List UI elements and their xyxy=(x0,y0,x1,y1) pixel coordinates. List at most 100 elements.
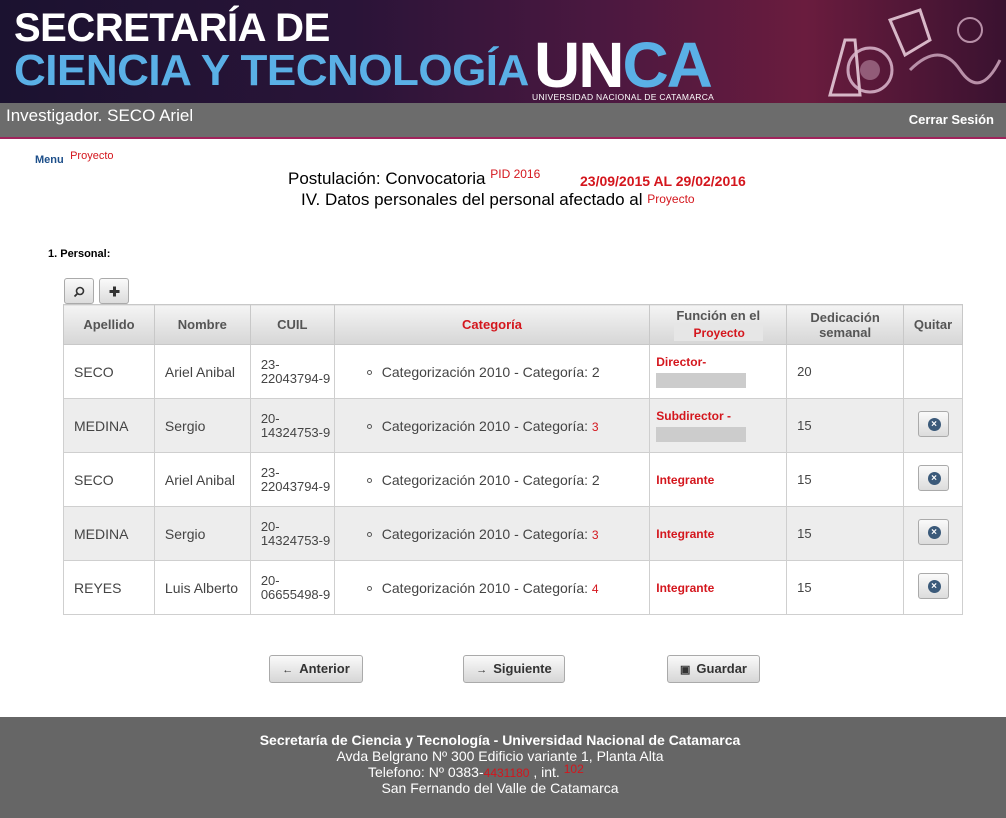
breadcrumb-menu-link[interactable]: Menu xyxy=(35,154,64,166)
breadcrumb-project-link[interactable]: Proyecto xyxy=(70,150,113,162)
col-header-dedicacion[interactable]: Dedicación semanal xyxy=(786,304,905,345)
logo-ca: CA xyxy=(622,29,712,101)
next-button[interactable]: → Siguiente xyxy=(463,655,565,683)
cell-funcion: Integrante xyxy=(649,560,788,615)
cell-categoria-text: Categorización 2010 - Categoría: 2 xyxy=(381,471,600,488)
redacted-block xyxy=(656,373,747,388)
plus-icon xyxy=(109,286,119,297)
table-row[interactable]: REYES Luis Alberto 20-06655498-9 Categor… xyxy=(63,560,963,615)
science-decoration-icon xyxy=(828,8,1002,97)
cell-categoria-num: 3 xyxy=(591,419,599,434)
banner-title-line2: CIENCIA Y TECNOLOGÍA xyxy=(14,46,529,95)
col-header-cuil[interactable]: CUIL xyxy=(249,304,335,345)
footer: Secretaría de Ciencia y Tecnología - Uni… xyxy=(0,717,1006,818)
remove-icon: × xyxy=(927,526,941,539)
remove-button[interactable]: × xyxy=(917,411,949,437)
cell-dedicacion: 15 xyxy=(786,398,905,453)
cell-apellido: MEDINA xyxy=(63,506,155,561)
save-button-label: Guardar xyxy=(696,661,747,676)
footer-phone-number: 4431180 xyxy=(483,766,530,780)
cell-categoria-text: Categorización 2010 - Categoría: 2 xyxy=(381,363,600,380)
prev-button[interactable]: ← Anterior xyxy=(269,655,363,683)
cell-cuil: 23-22043794-9 xyxy=(249,344,335,399)
page-subtitle: IV. Datos personales del personal afecta… xyxy=(301,190,695,210)
footer-phone-prefix: Telefono: Nº 0383- xyxy=(368,764,484,780)
page-title-prefix: Postulación: Convocatoria xyxy=(288,169,486,188)
table-row[interactable]: SECO Ariel Anibal 23-22043794-9 Categori… xyxy=(63,452,963,507)
col-header-categoria[interactable]: Categoría xyxy=(333,304,651,345)
cell-categoria-text: Categorización 2010 - Categoría: xyxy=(381,525,589,542)
add-button[interactable] xyxy=(99,278,129,304)
table-row[interactable]: MEDINA Sergio 20-14324753-9 Categorizaci… xyxy=(63,398,963,453)
call-dates: 23/09/2015 AL 29/02/2016 xyxy=(580,173,746,189)
footer-city: San Fernando del Valle de Catamarca xyxy=(381,780,619,796)
cell-quitar: × xyxy=(903,452,963,507)
table-row[interactable]: MEDINA Sergio 20-14324753-9 Categorizaci… xyxy=(63,506,963,561)
cell-cuil: 20-14324753-9 xyxy=(249,398,335,453)
cell-apellido: REYES xyxy=(63,560,155,615)
bullet-icon xyxy=(366,424,372,430)
col-header-nombre[interactable]: Nombre xyxy=(153,304,251,345)
search-icon xyxy=(73,286,85,297)
banner-title-line1: SECRETARÍA DE xyxy=(14,6,330,50)
cell-nombre: Sergio xyxy=(153,398,251,453)
remove-button[interactable]: × xyxy=(917,465,949,491)
cell-categoria: Categorización 2010 - Categoría: 2 xyxy=(333,452,651,507)
breadcrumb: Menu Proyecto xyxy=(35,150,114,166)
bullet-icon xyxy=(366,478,372,484)
cell-nombre: Luis Alberto xyxy=(153,560,251,615)
cell-funcion: Integrante xyxy=(649,506,788,561)
cell-dedicacion: 20 xyxy=(786,344,905,399)
footer-address: Avda Belgrano Nº 300 Edificio variante 1… xyxy=(336,748,664,764)
footer-org: Secretaría de Ciencia y Tecnología - Uni… xyxy=(259,732,741,748)
search-button[interactable] xyxy=(64,278,94,304)
col-header-apellido[interactable]: Apellido xyxy=(63,304,155,345)
table-row[interactable]: SECO Ariel Anibal 23-22043794-9 Categori… xyxy=(63,344,963,399)
page-title: Postulación: Convocatoria PID 2016 xyxy=(288,167,541,189)
arrow-right-icon: → xyxy=(476,664,488,676)
save-button[interactable]: ▣ Guardar xyxy=(667,655,760,683)
unca-logo: UNCA xyxy=(534,28,713,102)
logout-link[interactable]: Cerrar Sesión xyxy=(909,112,994,127)
logo-un: UN xyxy=(534,29,624,101)
cell-apellido: SECO xyxy=(63,452,155,507)
cell-nombre: Ariel Anibal xyxy=(153,452,251,507)
col-header-funcion-sub: Proyecto xyxy=(673,325,763,341)
footer-phone-int: 102 xyxy=(563,762,584,776)
cell-quitar: × xyxy=(903,398,963,453)
cell-categoria-text: Categorización 2010 - Categoría: xyxy=(381,417,589,434)
cell-categoria-num: 3 xyxy=(591,527,599,542)
cell-funcion: Director- xyxy=(649,344,788,399)
remove-icon: × xyxy=(927,472,941,485)
cell-dedicacion: 15 xyxy=(786,506,905,561)
cell-quitar: × xyxy=(903,560,963,615)
cell-quitar: × xyxy=(903,506,963,561)
bullet-icon xyxy=(366,586,372,592)
cell-categoria: Categorización 2010 - Categoría: 2 xyxy=(333,344,651,399)
cell-nombre: Ariel Anibal xyxy=(153,344,251,399)
col-header-quitar: Quitar xyxy=(903,304,963,345)
remove-icon: × xyxy=(927,580,941,593)
section-label: 1. Personal: xyxy=(48,248,111,260)
header-banner: SECRETARÍA DE CIENCIA Y TECNOLOGÍA UNCA … xyxy=(0,0,1006,103)
cell-cuil: 20-14324753-9 xyxy=(249,506,335,561)
col-header-funcion[interactable]: Función en el Proyecto xyxy=(649,304,788,345)
remove-button[interactable]: × xyxy=(917,573,949,599)
cell-dedicacion: 15 xyxy=(786,560,905,615)
cell-categoria-text: Categorización 2010 - Categoría: xyxy=(381,579,589,596)
cell-categoria-num: 4 xyxy=(591,581,599,596)
col-header-funcion-label: Función en el xyxy=(676,308,761,323)
cell-categoria: Categorización 2010 - Categoría: 4 xyxy=(333,560,651,615)
user-bar: Investigador. SECO Ariel Cerrar Sesión xyxy=(0,103,1006,139)
footer-phone: Telefono: Nº 0383-4431180 , int. 102 xyxy=(368,762,584,780)
cell-dedicacion: 15 xyxy=(786,452,905,507)
arrow-left-icon: ← xyxy=(282,664,294,676)
cell-nombre: Sergio xyxy=(153,506,251,561)
remove-button[interactable]: × xyxy=(917,519,949,545)
call-code: PID 2016 xyxy=(490,167,541,181)
bullet-icon xyxy=(366,370,372,376)
cell-categoria: Categorización 2010 - Categoría: 3 xyxy=(333,506,651,561)
cell-cuil: 20-06655498-9 xyxy=(249,560,335,615)
remove-icon: × xyxy=(927,418,941,431)
cell-apellido: MEDINA xyxy=(63,398,155,453)
